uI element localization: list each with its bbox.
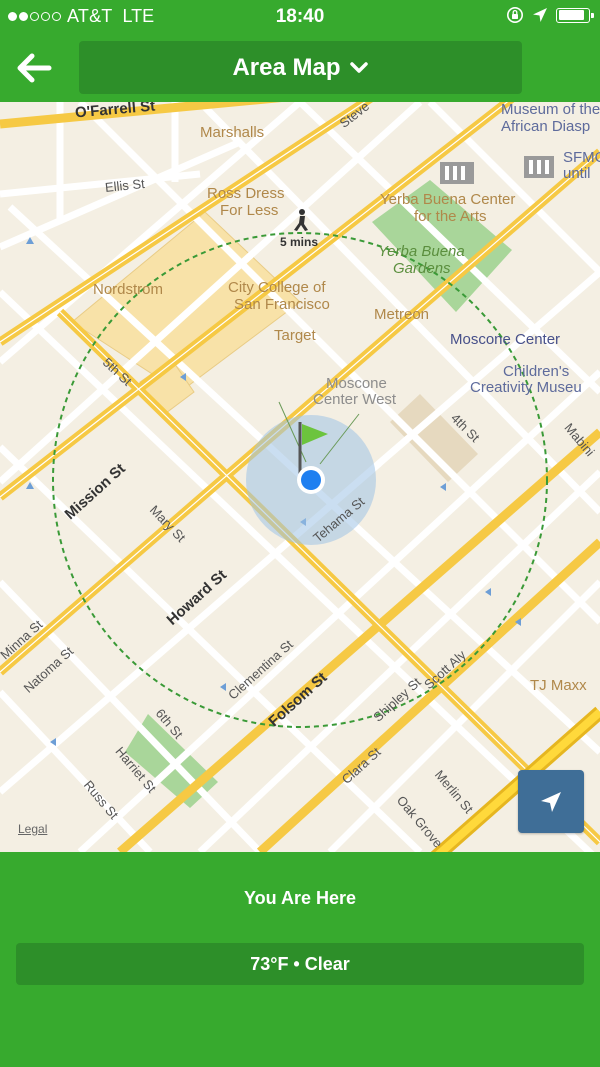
poi-nordstrom[interactable]: Nordstrom	[93, 282, 163, 298]
poi-yerba-center-line1[interactable]: Yerba Buena Center	[380, 192, 515, 208]
poi-museum-line1[interactable]: Museum of the	[501, 102, 600, 118]
page-title: Area Map	[232, 53, 341, 81]
map-title-dropdown[interactable]: Area Map	[79, 41, 522, 94]
locate-me-button[interactable]	[518, 770, 584, 833]
poi-moscone-west-line2[interactable]: Center West	[313, 392, 396, 408]
poi-childrens-line1[interactable]: Children's	[503, 364, 569, 380]
chevron-down-icon	[349, 61, 369, 75]
poi-museum-line2[interactable]: African Diasp	[501, 119, 590, 135]
poi-ross-line2[interactable]: For Less	[220, 203, 278, 219]
poi-target[interactable]: Target	[274, 328, 316, 344]
poi-yerba-gardens-line2[interactable]: Gardens	[393, 261, 451, 277]
poi-sfmoma-line2[interactable]: until	[563, 166, 591, 182]
battery-fill	[558, 10, 585, 20]
rotation-lock-icon	[507, 7, 523, 23]
legal-link[interactable]: Legal	[18, 822, 47, 836]
poi-yerba-center-line2[interactable]: for the Arts	[414, 209, 487, 225]
poi-tj-maxx[interactable]: TJ Maxx	[530, 678, 587, 694]
arrow-left-icon	[17, 53, 52, 83]
status-bar: AT&T LTE 18:40	[0, 0, 600, 34]
map-view[interactable]: Marshalls Ross Dress For Less Nordstrom …	[0, 102, 600, 852]
weather-badge: 73°F • Clear	[16, 943, 584, 985]
poi-marshalls[interactable]: Marshalls	[200, 125, 264, 141]
poi-sfmoma-line1[interactable]: SFMO	[563, 150, 600, 166]
status-right	[506, 6, 594, 24]
poi-moscone-west-line1[interactable]: Moscone	[326, 376, 387, 392]
poi-yerba-gardens-line1[interactable]: Yerba Buena	[378, 244, 465, 260]
poi-ross-line1[interactable]: Ross Dress	[207, 186, 285, 202]
battery-icon	[556, 7, 594, 23]
battery-tip	[591, 12, 594, 18]
back-button[interactable]	[10, 46, 58, 90]
poi-childrens-line2[interactable]: Creativity Museu	[470, 380, 582, 396]
poi-moscone-center[interactable]: Moscone Center	[450, 332, 560, 348]
poi-city-college-line1[interactable]: City College of	[228, 280, 326, 296]
bottom-panel: You Are Here 73°F • Clear	[0, 852, 600, 1067]
map-canvas[interactable]	[0, 102, 600, 852]
location-services-icon	[533, 8, 547, 22]
location-arrow-icon	[541, 791, 561, 812]
poi-city-college-line2[interactable]: San Francisco	[234, 297, 330, 313]
poi-metreon[interactable]: Metreon	[374, 307, 429, 323]
location-label: You Are Here	[243, 888, 357, 908]
walk-time-label: 5 mins	[280, 235, 319, 249]
nav-bar: Area Map	[0, 34, 600, 102]
